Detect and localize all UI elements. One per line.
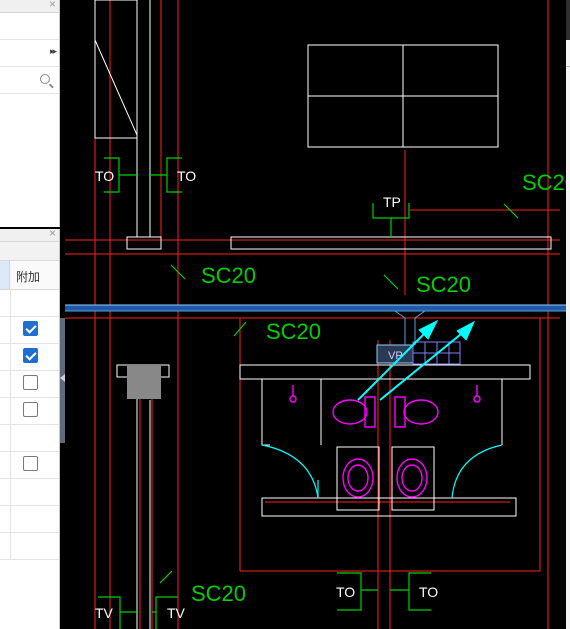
table-row — [0, 452, 59, 479]
column-block — [127, 365, 161, 399]
close-icon[interactable]: × — [49, 0, 56, 11]
sc20-label: SC20 — [201, 263, 256, 288]
table-row — [0, 371, 59, 398]
vp-label: VP — [388, 350, 403, 362]
attach-checkbox[interactable] — [23, 348, 38, 363]
search-row[interactable] — [0, 67, 59, 94]
table-row — [0, 506, 59, 533]
tp-label: TP — [383, 194, 401, 210]
sc20-label: SC20 — [522, 170, 570, 195]
door-swings — [261, 444, 503, 499]
table-row — [0, 344, 59, 371]
search-icon[interactable] — [40, 74, 50, 84]
column-header-selected-cell — [0, 261, 10, 289]
drawing-canvas[interactable]: SC20 SC20 SC20 SC20 SC20 TO TO TO TO TV … — [65, 0, 570, 629]
table-row — [0, 290, 59, 317]
wall-lines — [94, 0, 552, 629]
to-label: TO — [336, 584, 355, 600]
table-row — [0, 533, 59, 560]
conduit-lines — [65, 0, 560, 629]
column-header-label: 附加 — [16, 270, 41, 284]
attach-checkbox[interactable] — [23, 375, 38, 390]
properties-panel-top: × ▸▸ — [0, 0, 60, 227]
attach-checkbox[interactable] — [23, 456, 38, 471]
panel-expand-row[interactable]: ▸▸ — [0, 40, 59, 67]
tv-label: TV — [167, 605, 186, 621]
expand-arrows-icon[interactable]: ▸▸ — [50, 46, 57, 57]
right-panel-header — [566, 0, 570, 40]
column-header: 附加 — [0, 261, 59, 290]
properties-panel-bottom: × 附加 — [0, 229, 60, 629]
table-row — [0, 398, 59, 425]
table-row — [0, 425, 59, 452]
sc20-label: SC20 — [191, 581, 246, 606]
panel-dropdown-row — [0, 13, 59, 40]
sc20-label: SC20 — [266, 319, 321, 344]
panel-toolbar — [0, 242, 59, 261]
conduit-labels: SC20 SC20 SC20 SC20 SC20 — [191, 170, 570, 606]
table-row — [0, 317, 59, 344]
panel-header-top: × — [0, 0, 59, 13]
right-panel-edge — [566, 0, 570, 629]
close-icon[interactable]: × — [49, 229, 56, 240]
panel-header-bottom: × — [0, 229, 59, 242]
sc20-label: SC20 — [416, 272, 471, 297]
right-panel-divider — [566, 66, 570, 67]
to-label: TO — [419, 584, 438, 600]
tv-label: TV — [95, 605, 114, 621]
to-label: TO — [177, 168, 196, 184]
to-label: TO — [95, 168, 114, 184]
attach-checkbox[interactable] — [23, 402, 38, 417]
table-row — [0, 479, 59, 506]
attach-checkbox[interactable] — [23, 321, 38, 336]
